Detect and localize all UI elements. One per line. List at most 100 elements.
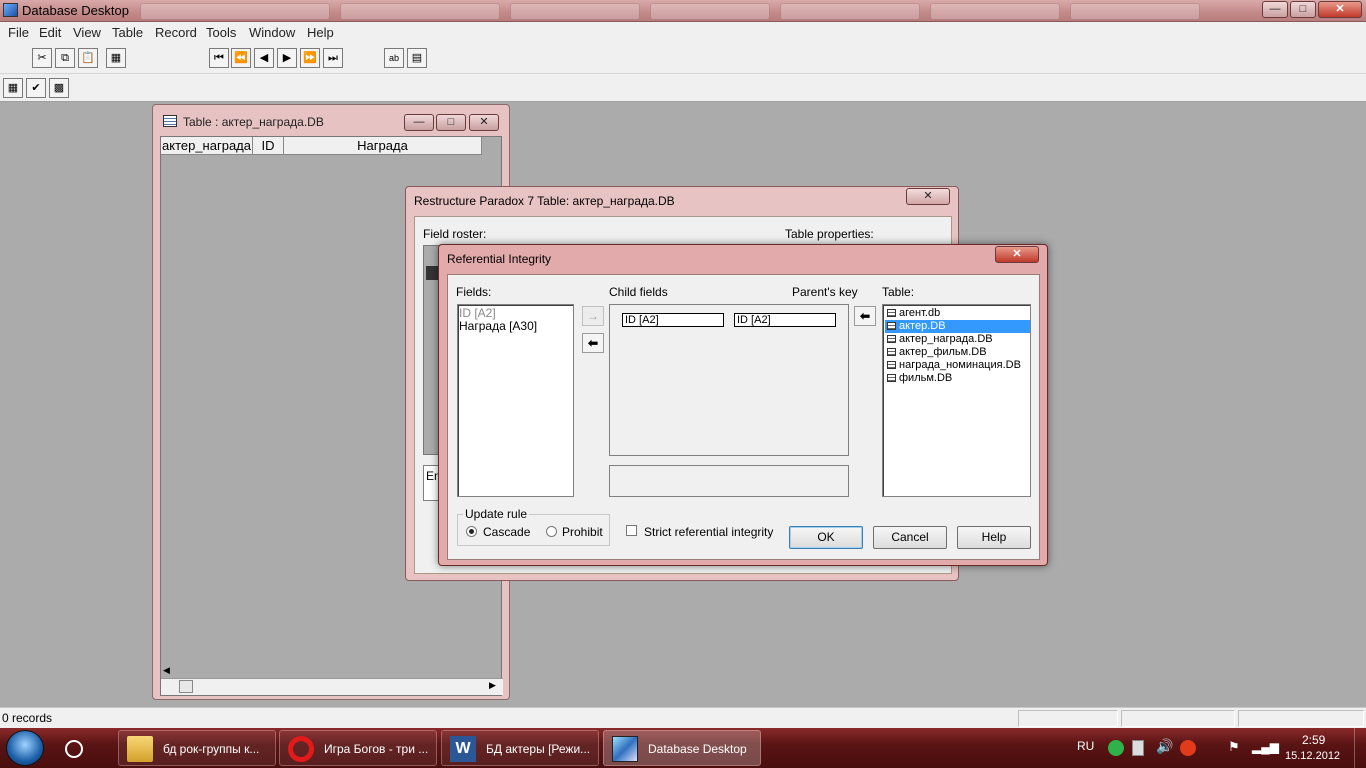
clock-time[interactable]: 2:59 bbox=[1302, 733, 1325, 747]
database-desktop-icon bbox=[612, 736, 638, 762]
paste-icon[interactable]: 📋 bbox=[78, 48, 98, 68]
background-window-ghost bbox=[650, 3, 770, 20]
previous-record-icon[interactable]: ◀ bbox=[254, 48, 274, 68]
child-fields-panel: ID [A2] ID [A2] bbox=[609, 304, 849, 456]
column-header[interactable]: актер_награда bbox=[161, 137, 253, 155]
volume-icon[interactable]: 🔊 bbox=[1156, 738, 1173, 755]
restructure-close-button[interactable]: ✕ bbox=[906, 188, 950, 205]
table-close-button[interactable]: ✕ bbox=[469, 114, 499, 131]
column-header[interactable]: ID bbox=[253, 137, 284, 155]
select-table-arrow-icon[interactable]: ⬅ bbox=[854, 306, 876, 326]
horizontal-scrollbar[interactable]: ▶ bbox=[161, 678, 503, 695]
field-item-id[interactable]: ID [A2] bbox=[459, 306, 496, 320]
device-icon[interactable] bbox=[1132, 740, 1144, 756]
parent-key-input[interactable]: ID [A2] bbox=[734, 313, 836, 327]
prohibit-radio[interactable] bbox=[546, 526, 557, 537]
scroll-left-icon[interactable]: ◀ bbox=[163, 665, 170, 676]
menu-table[interactable]: Table bbox=[112, 25, 143, 40]
ok-button[interactable]: OK bbox=[789, 526, 863, 549]
table-icon bbox=[887, 335, 896, 343]
menu-view[interactable]: View bbox=[73, 25, 101, 40]
ri-title: Referential Integrity bbox=[447, 252, 552, 266]
table-edit-icon[interactable]: ▦ bbox=[106, 48, 126, 68]
referential-integrity-dialog: Referential Integrity ✕ Fields: ID [A2] … bbox=[438, 244, 1048, 566]
network-icon[interactable]: ▂▄▆ bbox=[1252, 740, 1279, 754]
sync-icon[interactable] bbox=[1108, 740, 1124, 756]
cascade-label[interactable]: Cascade bbox=[483, 525, 530, 539]
taskbar-item[interactable]: Игра Богов - три ... bbox=[279, 730, 437, 766]
table-icon bbox=[887, 361, 896, 369]
query-icon[interactable]: ✔ bbox=[26, 78, 46, 98]
cut-icon[interactable]: ✂ bbox=[32, 48, 52, 68]
menu-edit[interactable]: Edit bbox=[39, 25, 61, 40]
last-record-icon[interactable]: ⏭ bbox=[323, 48, 343, 68]
first-record-icon[interactable]: ⏮ bbox=[209, 48, 229, 68]
cancel-button[interactable]: Cancel bbox=[873, 526, 947, 549]
clock-date[interactable]: 15.12.2012 bbox=[1285, 750, 1340, 762]
show-desktop-button[interactable] bbox=[1354, 728, 1366, 768]
table-icon bbox=[887, 348, 896, 356]
next-set-icon[interactable]: ⏩ bbox=[300, 48, 320, 68]
edit-data-icon[interactable]: ▤ bbox=[407, 48, 427, 68]
app-title-bar: Database Desktop — □ ✕ bbox=[0, 0, 1366, 22]
table-minimize-button[interactable]: — bbox=[404, 114, 434, 131]
secondary-toolbar: ▦ ✔ ▩ bbox=[0, 74, 1366, 102]
action-center-flag-icon[interactable]: ⚑ bbox=[1228, 739, 1240, 755]
taskbar-item[interactable]: бд рок-группы к... bbox=[118, 730, 276, 766]
fields-list[interactable]: ID [A2] Награда [A30] bbox=[457, 304, 574, 497]
table-properties-label: Table properties: bbox=[785, 227, 874, 241]
table-item-selected[interactable]: актер.DB bbox=[885, 320, 1030, 333]
previous-set-icon[interactable]: ⏪ bbox=[231, 48, 251, 68]
strict-ri-checkbox[interactable] bbox=[626, 525, 637, 536]
tray-app-icon[interactable] bbox=[1180, 740, 1196, 756]
taskbar-item-active[interactable]: Database Desktop bbox=[603, 730, 761, 766]
prohibit-label[interactable]: Prohibit bbox=[562, 525, 603, 539]
minimize-button[interactable]: — bbox=[1262, 1, 1288, 18]
table-item[interactable]: фильм.DB bbox=[885, 372, 1030, 385]
close-button[interactable]: ✕ bbox=[1318, 1, 1362, 18]
field-item-nagrada[interactable]: Награда [A30] bbox=[459, 319, 537, 333]
status-pane bbox=[1121, 710, 1235, 727]
table-item[interactable]: награда_номинация.DB bbox=[885, 359, 1030, 372]
scroll-thumb[interactable] bbox=[179, 680, 193, 693]
column-header[interactable]: Награда bbox=[284, 137, 482, 155]
field-view-icon[interactable]: ab bbox=[384, 48, 404, 68]
table-maximize-button[interactable]: □ bbox=[436, 114, 466, 131]
table-item[interactable]: актер_фильм.DB bbox=[885, 346, 1030, 359]
strict-ri-label[interactable]: Strict referential integrity bbox=[644, 525, 773, 539]
help-button[interactable]: Help bbox=[957, 526, 1031, 549]
scroll-right-icon[interactable]: ▶ bbox=[489, 680, 496, 691]
remove-field-icon[interactable]: → bbox=[582, 306, 604, 326]
table-item[interactable]: агент.db bbox=[885, 307, 1030, 320]
menu-tools[interactable]: Tools bbox=[206, 25, 236, 40]
cascade-radio[interactable] bbox=[466, 526, 477, 537]
parents-key-label: Parent's key bbox=[792, 285, 858, 299]
field-roster-label: Field roster: bbox=[423, 227, 487, 241]
open-table-icon[interactable]: ▦ bbox=[3, 78, 23, 98]
menu-file[interactable]: File bbox=[8, 25, 29, 40]
table-window-title: Table : актер_награда.DB bbox=[183, 115, 324, 129]
app-title: Database Desktop bbox=[22, 3, 129, 18]
maximize-button[interactable]: □ bbox=[1290, 1, 1316, 18]
table-list[interactable]: агент.db актер.DB актер_награда.DB актер… bbox=[882, 304, 1031, 497]
add-field-arrow-icon[interactable]: ⬅ bbox=[582, 333, 604, 353]
copy-icon[interactable]: ⧉ bbox=[55, 48, 75, 68]
taskbar-item[interactable]: W БД актеры [Режи... bbox=[441, 730, 599, 766]
sql-icon[interactable]: ▩ bbox=[49, 78, 69, 98]
menu-help[interactable]: Help bbox=[307, 25, 334, 40]
child-field-input[interactable]: ID [A2] bbox=[622, 313, 724, 327]
next-record-icon[interactable]: ▶ bbox=[277, 48, 297, 68]
menu-window[interactable]: Window bbox=[249, 25, 295, 40]
background-window-ghost bbox=[510, 3, 640, 20]
start-button[interactable] bbox=[6, 730, 44, 766]
table-icon bbox=[887, 374, 896, 382]
quick-launch-icon[interactable] bbox=[65, 740, 83, 758]
table-icon bbox=[887, 309, 896, 317]
opera-icon bbox=[288, 736, 314, 762]
menu-record[interactable]: Record bbox=[155, 25, 197, 40]
table-item[interactable]: актер_награда.DB bbox=[885, 333, 1030, 346]
fields-label: Fields: bbox=[456, 285, 492, 299]
ri-close-button[interactable]: ✕ bbox=[995, 246, 1039, 263]
language-indicator[interactable]: RU bbox=[1077, 739, 1094, 753]
record-count: 0 records bbox=[2, 711, 53, 725]
